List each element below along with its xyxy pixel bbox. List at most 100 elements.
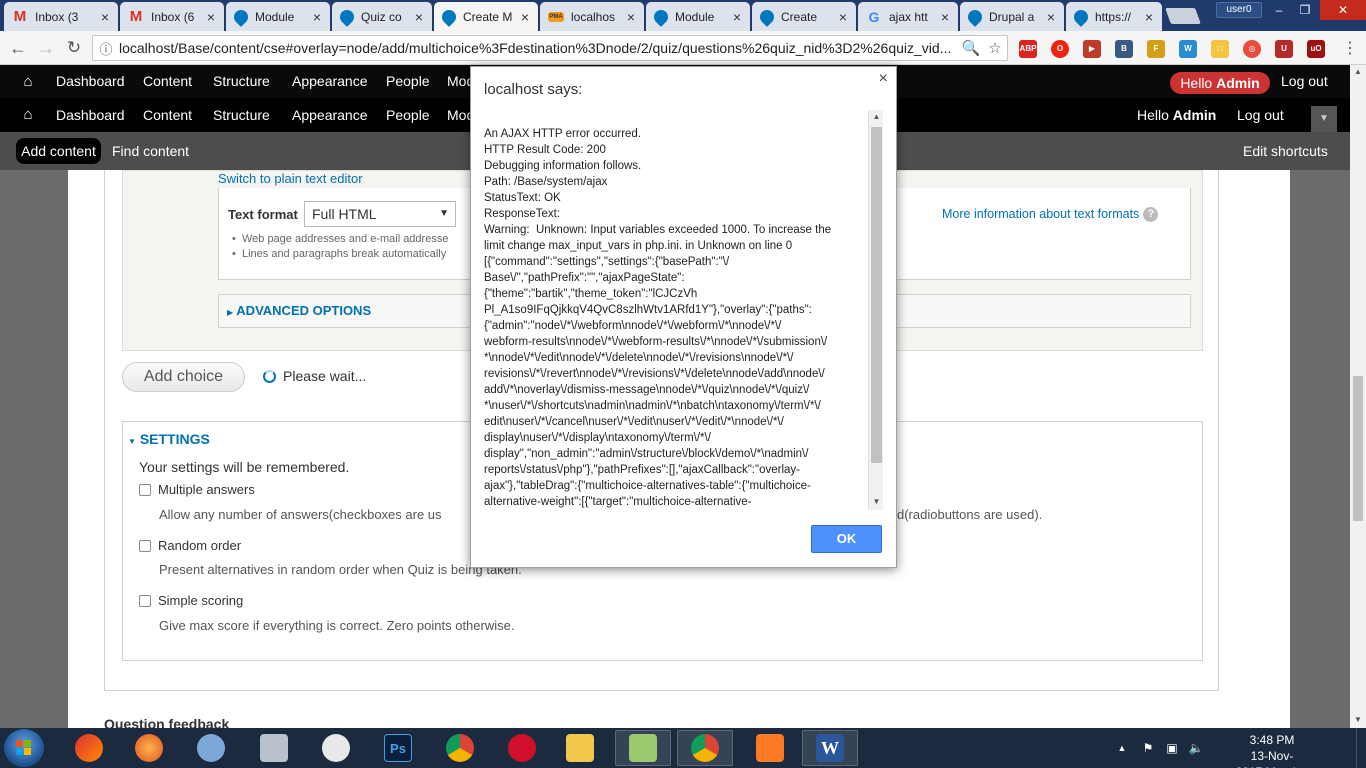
food-ext-icon[interactable]: F bbox=[1147, 40, 1165, 58]
browser-tab[interactable]: M Inbox (6 × bbox=[120, 2, 224, 31]
back-icon[interactable]: ← bbox=[6, 37, 30, 59]
browser-tab[interactable]: Module × bbox=[646, 2, 750, 31]
tab-close-icon[interactable]: × bbox=[624, 9, 638, 25]
volume-icon[interactable]: 🔈 bbox=[1187, 728, 1205, 768]
taskbar-word[interactable]: W bbox=[802, 730, 858, 766]
taskbar-hardware[interactable] bbox=[246, 730, 302, 766]
menu-structure[interactable]: Structure bbox=[213, 98, 270, 132]
browser-tab[interactable]: M Inbox (3 × bbox=[4, 2, 118, 31]
browser-tab[interactable]: Create × bbox=[752, 2, 856, 31]
scroll-up-icon[interactable]: ▲ bbox=[1350, 67, 1366, 76]
tab-close-icon[interactable]: × bbox=[204, 9, 218, 25]
drupal-icon bbox=[757, 6, 777, 27]
tab-close-icon[interactable]: × bbox=[412, 9, 426, 25]
action-center-icon[interactable]: ⚑ bbox=[1139, 728, 1157, 768]
tab-close-icon[interactable]: × bbox=[98, 9, 112, 25]
browser-tab[interactable]: Quiz co × bbox=[332, 2, 432, 31]
tab-close-icon[interactable]: × bbox=[938, 9, 952, 25]
scroll-down-icon[interactable]: ▼ bbox=[869, 497, 884, 506]
system-clock[interactable]: 3:48 PM 13-Nov-2017,Monday bbox=[1216, 732, 1328, 768]
taskbar-snipping[interactable] bbox=[308, 730, 364, 766]
browser-tab[interactable]: Drupal a × bbox=[960, 2, 1064, 31]
address-bar[interactable]: ⓘ localhost/Base/content/cse#overlay=nod… bbox=[92, 35, 1008, 61]
chrome-menu-icon[interactable]: ⋮ bbox=[1342, 39, 1358, 59]
tray-expand-icon[interactable]: ▲ bbox=[1115, 728, 1129, 768]
adblock-icon[interactable]: ABP bbox=[1019, 40, 1037, 58]
show-desktop-button[interactable] bbox=[1356, 728, 1366, 768]
browser-tab[interactable]: https:// × bbox=[1066, 2, 1162, 31]
tab-close-icon[interactable]: × bbox=[1142, 9, 1156, 25]
scroll-up-icon[interactable]: ▲ bbox=[869, 112, 884, 121]
page-scrollbar[interactable]: ▲ ▼ bbox=[1350, 65, 1366, 728]
folder-ext-icon[interactable]: □ bbox=[1211, 40, 1229, 58]
dialog-scrollbar[interactable]: ▲ ▼ bbox=[868, 110, 883, 510]
tab-close-icon[interactable]: × bbox=[310, 9, 324, 25]
menu-content[interactable]: Content bbox=[143, 98, 192, 132]
zoom-icon[interactable]: 🔍 bbox=[959, 39, 983, 57]
menu-dashboard[interactable]: Dashboard bbox=[56, 65, 125, 98]
taskbar-chrome-open[interactable] bbox=[677, 730, 733, 766]
taskbar-app[interactable] bbox=[61, 730, 117, 766]
hello-user-badge[interactable]: Hello Admin bbox=[1170, 72, 1270, 94]
forward-icon[interactable]: → bbox=[34, 37, 58, 59]
tab-close-icon[interactable]: × bbox=[836, 9, 850, 25]
shield-ext-icon[interactable]: U bbox=[1275, 40, 1293, 58]
menu-people[interactable]: People bbox=[386, 65, 430, 98]
scroll-thumb[interactable] bbox=[871, 127, 882, 463]
ok-button[interactable]: OK bbox=[811, 525, 882, 553]
taskbar-explorer[interactable] bbox=[552, 730, 608, 766]
scroll-thumb[interactable] bbox=[1353, 376, 1363, 521]
taskbar-photoshop[interactable]: Ps bbox=[370, 730, 426, 766]
taskbar-firefox[interactable] bbox=[121, 730, 177, 766]
shortcut-find-content[interactable]: Find content bbox=[112, 132, 189, 170]
home-icon[interactable]: ⌂ bbox=[18, 65, 38, 98]
taskbar-chrome[interactable] bbox=[432, 730, 488, 766]
url-text[interactable]: localhost/Base/content/cse#overlay=node/… bbox=[119, 40, 959, 56]
bookmark-star-icon[interactable]: ☆ bbox=[983, 39, 1007, 57]
dialog-close-icon[interactable]: × bbox=[879, 70, 888, 88]
taskbar-opera[interactable] bbox=[494, 730, 550, 766]
tab-close-icon[interactable]: × bbox=[518, 9, 532, 25]
start-button[interactable] bbox=[4, 729, 44, 767]
menu-dashboard[interactable]: Dashboard bbox=[56, 98, 125, 132]
tab-close-icon[interactable]: × bbox=[730, 9, 744, 25]
menu-appearance[interactable]: Appearance bbox=[292, 65, 368, 98]
window-ext-icon[interactable]: W bbox=[1179, 40, 1197, 58]
new-tab-button[interactable] bbox=[1165, 8, 1201, 24]
hello-prefix: Hello bbox=[1137, 107, 1173, 123]
taskbar-xampp[interactable] bbox=[742, 730, 798, 766]
info-icon[interactable]: ⓘ bbox=[93, 39, 119, 58]
scroll-down-icon[interactable]: ▼ bbox=[1350, 715, 1366, 724]
target-ext-icon[interactable]: ◎ bbox=[1243, 40, 1261, 58]
browser-tab[interactable]: G ajax htt × bbox=[858, 2, 958, 31]
reload-icon[interactable]: ↻ bbox=[62, 37, 86, 59]
maximize-icon[interactable]: ❐ bbox=[1292, 0, 1318, 20]
menu-people[interactable]: People bbox=[386, 98, 430, 132]
video-ext-icon[interactable]: ▶ bbox=[1083, 40, 1101, 58]
shortcuts-toggle-icon[interactable]: ▼ bbox=[1311, 106, 1337, 132]
browser-tab-active[interactable]: Create M × bbox=[434, 2, 538, 31]
menu-appearance[interactable]: Appearance bbox=[292, 98, 368, 132]
browser-tab[interactable]: PMA localhos × bbox=[540, 2, 644, 31]
profile-badge[interactable]: user0 bbox=[1216, 2, 1262, 18]
logout-link[interactable]: Log out bbox=[1281, 65, 1328, 98]
taskbar-paint[interactable] bbox=[183, 730, 239, 766]
menu-structure[interactable]: Structure bbox=[213, 65, 270, 98]
edit-shortcuts-link[interactable]: Edit shortcuts bbox=[1243, 132, 1328, 170]
tab-label: Inbox (3 bbox=[35, 9, 79, 24]
window-close-icon[interactable]: ✕ bbox=[1320, 0, 1366, 20]
opera-ext-icon[interactable]: O bbox=[1051, 40, 1069, 58]
minimize-icon[interactable]: – bbox=[1266, 0, 1292, 20]
browser-tab[interactable]: Module × bbox=[226, 2, 330, 31]
gmail-icon: M bbox=[129, 8, 143, 25]
tab-close-icon[interactable]: × bbox=[1044, 9, 1058, 25]
display-icon[interactable]: ▣ bbox=[1163, 728, 1181, 768]
browser-tab-strip: M Inbox (3 × M Inbox (6 × Module × Quiz … bbox=[0, 0, 1366, 31]
logout-link[interactable]: Log out bbox=[1237, 98, 1284, 132]
ublock-icon[interactable]: uO bbox=[1307, 40, 1325, 58]
menu-content[interactable]: Content bbox=[143, 65, 192, 98]
shortcut-add-content[interactable]: Add content bbox=[16, 138, 101, 164]
bus-ext-icon[interactable]: B bbox=[1115, 40, 1133, 58]
taskbar-notepadpp[interactable] bbox=[615, 730, 671, 766]
home-icon[interactable]: ⌂ bbox=[18, 98, 38, 132]
